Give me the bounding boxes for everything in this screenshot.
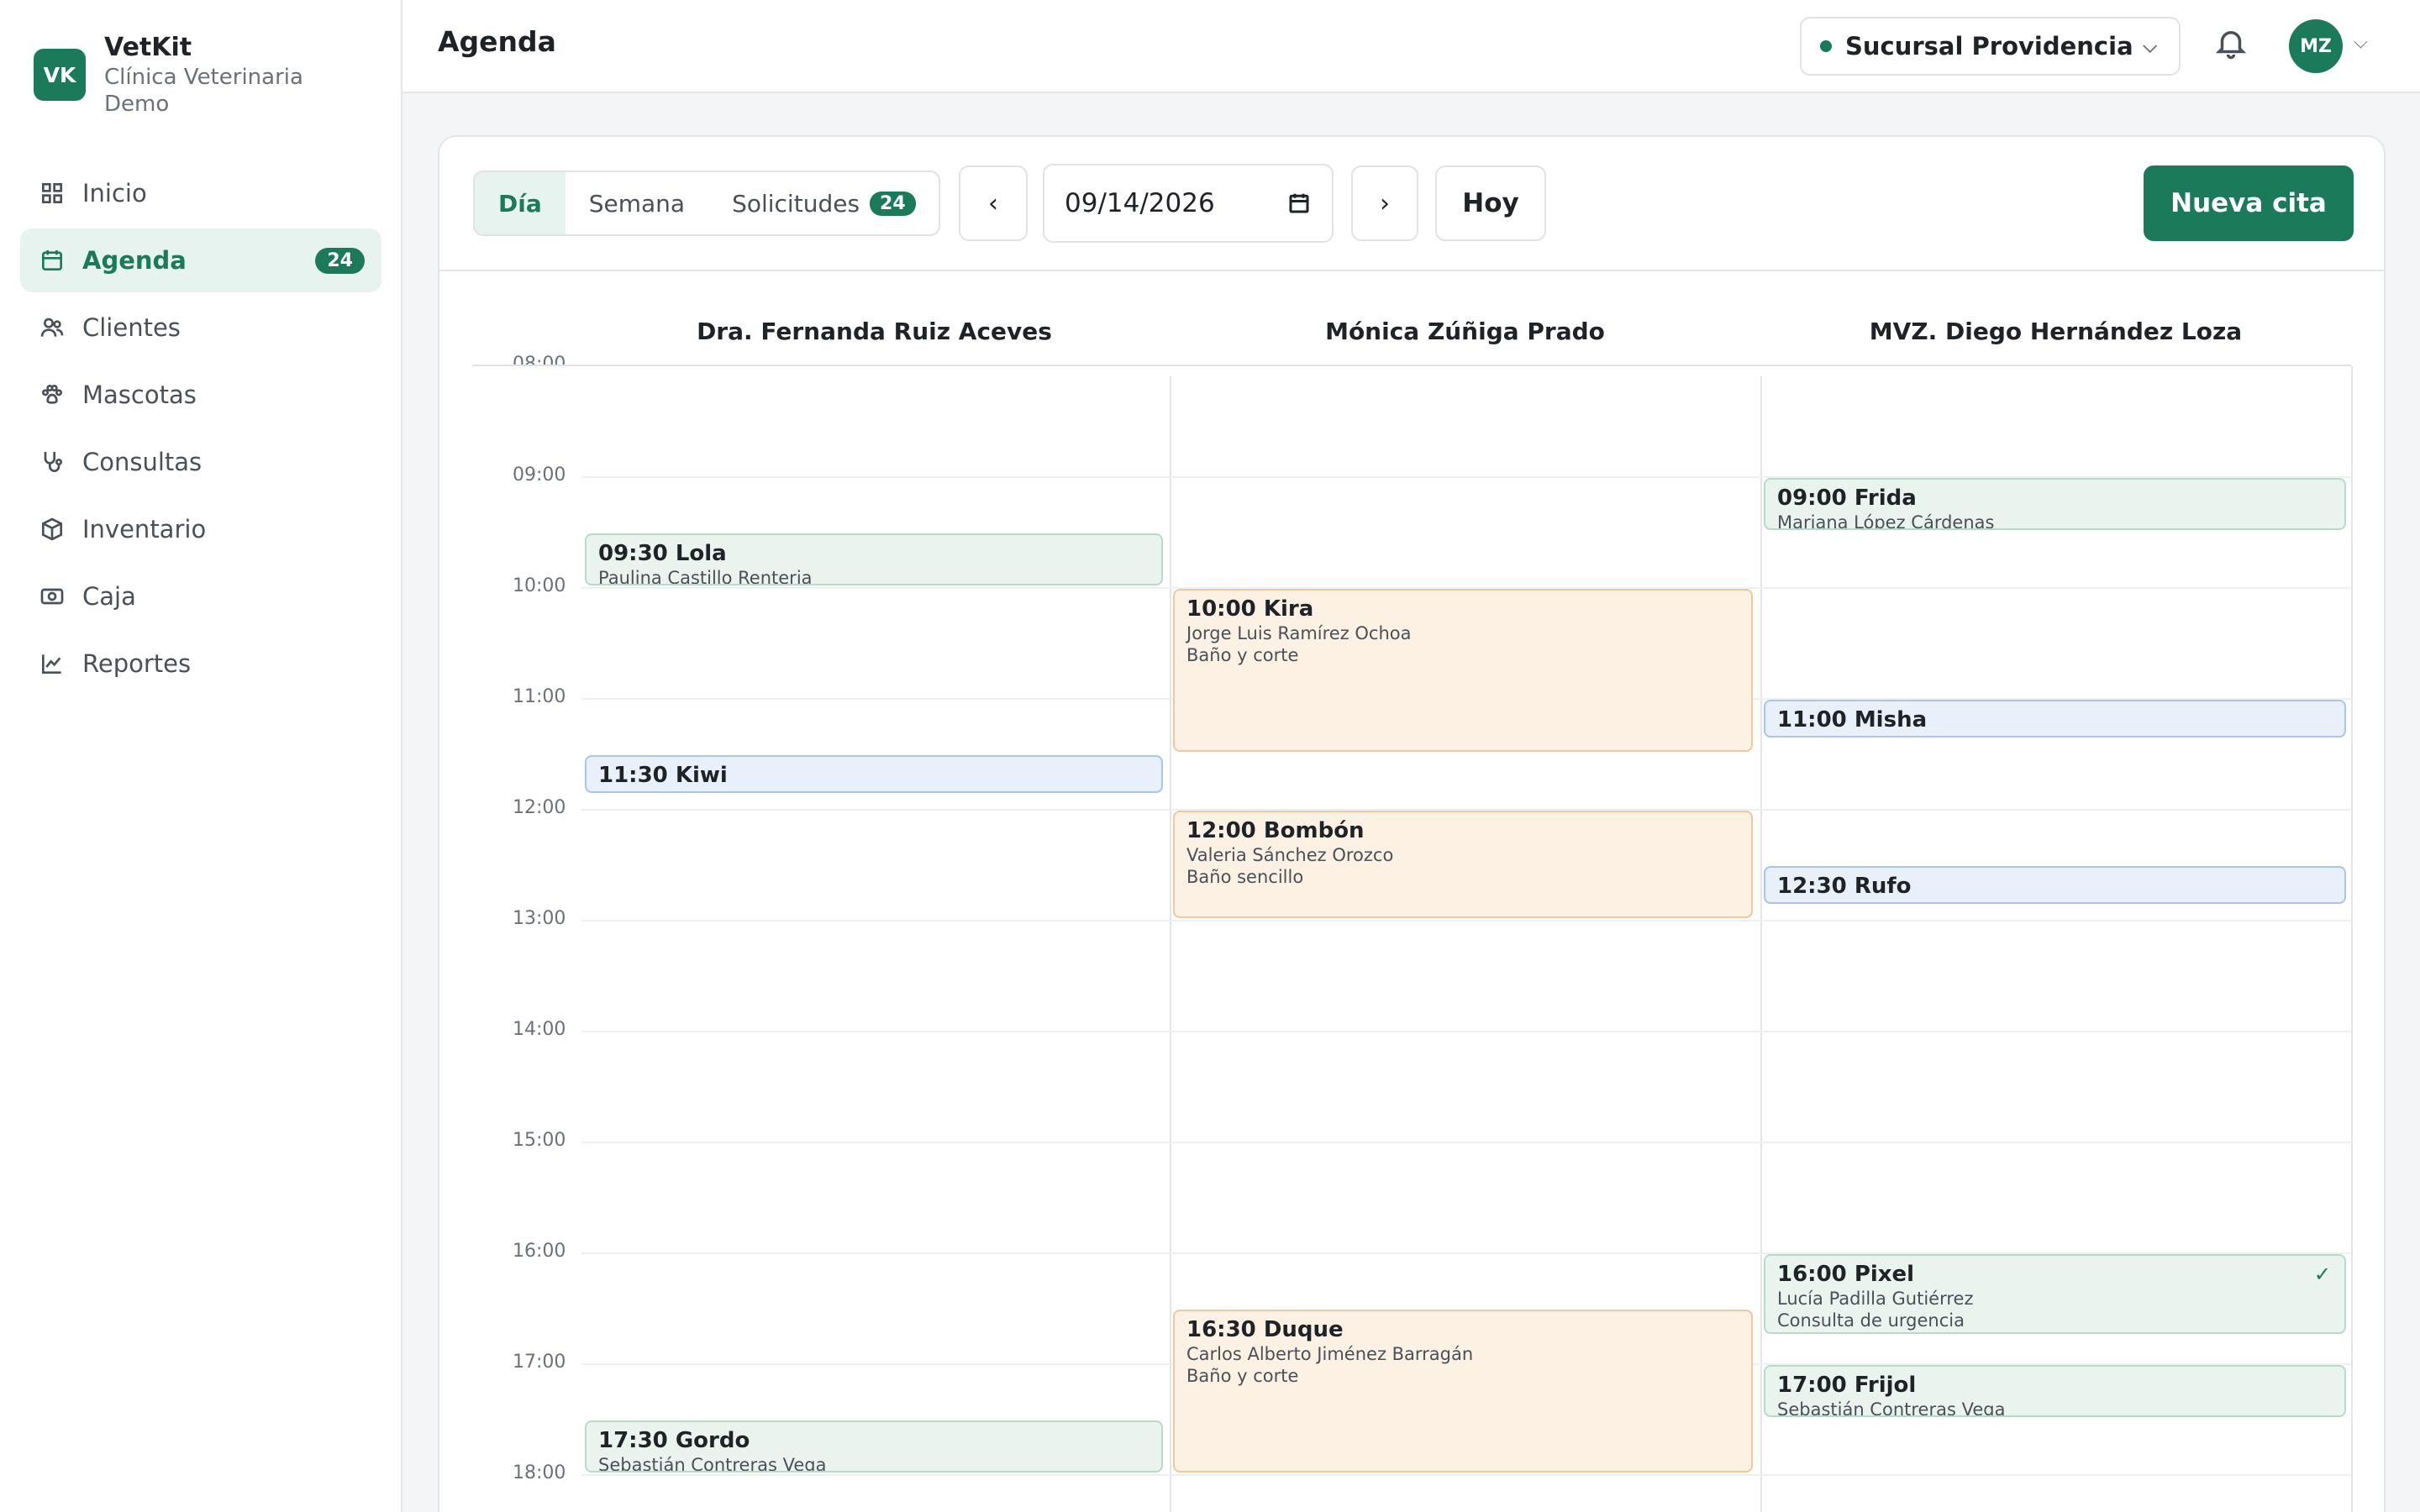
view-switcher: Día Semana Solicitudes 24: [473, 171, 940, 236]
appointment-title: 12:00 Bombón: [1186, 817, 1365, 843]
calendar-icon: [37, 245, 67, 276]
date-input[interactable]: 09/14/2026: [1043, 164, 1334, 243]
appointment-card[interactable]: 09:30 LolaPaulina Castillo RenteriaConsu…: [585, 533, 1163, 585]
chevron-down-icon: ⌵: [2143, 35, 2157, 57]
tab-dia[interactable]: Día: [475, 172, 566, 234]
next-day-button[interactable]: ›: [1351, 165, 1418, 241]
appointment-title: 16:00 Pixel: [1777, 1261, 1915, 1287]
bell-icon: [2215, 31, 2247, 60]
appointment-card[interactable]: 11:30 Kiwi: [585, 754, 1163, 794]
appointment-service: Baño y corte: [1186, 644, 1299, 665]
sidebar-item-label: Agenda: [82, 246, 187, 275]
branch-name: Sucursal Providencia: [1845, 32, 2133, 60]
appointment-title: 09:30 Lola: [598, 540, 727, 566]
sidebar-item-label: Clientes: [82, 313, 181, 342]
sidebar-item-reportes[interactable]: Reportes: [20, 632, 381, 696]
calendar-icon[interactable]: [1286, 191, 1312, 216]
stethoscope-icon: [37, 447, 67, 477]
appointment-service: Baño y corte: [1186, 1365, 1299, 1386]
page-title: Agenda: [438, 25, 556, 58]
appointment-client: Lucía Padilla Gutiérrez: [1777, 1288, 1974, 1309]
brand-subtitle: Clínica Veterinaria Demo: [104, 65, 303, 117]
box-icon: [37, 514, 67, 544]
requests-count-badge: 24: [870, 191, 916, 216]
grid-icon: [37, 178, 67, 208]
sidebar-item-clientes[interactable]: Clientes: [20, 296, 381, 360]
sidebar: VK VetKit Clínica Veterinaria Demo Inici…: [0, 0, 402, 1512]
appointment-card[interactable]: 10:00 Kira Jorge Luis Ramírez Ochoa Baño y…: [1173, 588, 1753, 752]
branch-selector[interactable]: Sucursal Providencia ⌵: [1800, 17, 2181, 76]
appointment-client: Mariana López Cárdenas: [1777, 512, 1995, 530]
sidebar-item-mascotas[interactable]: Mascotas: [20, 363, 381, 427]
appointment-service: Consulta de urgencia: [1777, 1310, 1965, 1331]
appointment-card[interactable]: 16:00 Pixel Lucía Padilla Gutiérrez Consul…: [1764, 1253, 2346, 1334]
avatar[interactable]: MZ: [2289, 19, 2343, 73]
appointment-title: 11:00 Misha: [1777, 706, 1928, 732]
appointment-client: Carlos Alberto Jiménez Barragán: [1186, 1343, 1474, 1364]
appointment-title: 12:30 Rufo: [1777, 873, 1912, 899]
paw-icon: [37, 380, 67, 410]
today-button[interactable]: Hoy: [1435, 165, 1546, 241]
appointment-card[interactable]: 17:00 FrijolSebastián Contreras VegaCons…: [1764, 1364, 2346, 1417]
appointment-service: Baño sencillo: [1186, 866, 1304, 887]
new-appointment-button[interactable]: Nueva cita: [2144, 165, 2354, 241]
sidebar-item-consultas[interactable]: Consultas: [20, 430, 381, 494]
cash-icon: [37, 581, 67, 612]
notifications-button[interactable]: [2213, 25, 2255, 67]
brand[interactable]: VK VetKit Clínica Veterinaria Demo: [34, 32, 323, 118]
top-bar: Agenda Sucursal Providencia ⌵ MZ ⌵: [402, 0, 2420, 93]
appointment-title: 11:30 Kiwi: [598, 762, 728, 788]
sidebar-item-label: Reportes: [82, 649, 192, 678]
appointment-title: 17:00 Frijol: [1777, 1372, 1917, 1398]
appointment-client: Paulina Castillo Renteria: [598, 567, 813, 585]
sidebar-nav: Inicio Agenda 24 Clientes Mascotas Consu…: [20, 161, 381, 699]
appointment-card[interactable]: 16:30 Duque Carlos Alberto Jiménez Barrag…: [1173, 1309, 1753, 1473]
agenda-toolbar: Día Semana Solicitudes 24 ‹ 09/14/2026 ›…: [439, 137, 2384, 271]
sidebar-item-inicio[interactable]: Inicio: [20, 161, 381, 225]
sidebar-item-agenda[interactable]: Agenda 24: [20, 228, 381, 292]
sidebar-item-label: Inicio: [82, 179, 147, 207]
agenda-count-badge: 24: [315, 247, 365, 274]
sidebar-item-caja[interactable]: Caja: [20, 564, 381, 628]
chart-icon: [37, 648, 67, 679]
brand-name: VetKit: [104, 33, 192, 62]
appointment-title: 17:30 Gordo: [598, 1427, 750, 1453]
sidebar-item-label: Inventario: [82, 515, 207, 543]
brand-logo: VK: [34, 49, 86, 101]
appointment-card[interactable]: 11:00 Misha: [1764, 699, 2346, 738]
tab-semana[interactable]: Semana: [566, 172, 708, 234]
status-dot-icon: [1820, 40, 1832, 52]
appointment-title: 09:00 Frida: [1777, 485, 1917, 511]
users-icon: [37, 312, 67, 343]
chevron-down-icon[interactable]: ⌵: [2354, 32, 2368, 53]
appointment-card[interactable]: 17:30 GordoSebastián Contreras VegaConsu…: [585, 1420, 1163, 1473]
appointment-client: Sebastián Contreras Vega: [1777, 1399, 2006, 1417]
date-value: 09/14/2026: [1065, 188, 1215, 218]
sidebar-item-label: Mascotas: [82, 381, 197, 409]
appointment-client: Sebastián Contreras Vega: [598, 1454, 827, 1473]
appointment-card[interactable]: 12:00 Bombón Valeria Sánchez Orozco Baño s…: [1173, 810, 1753, 918]
appointment-title: 16:30 Duque: [1186, 1316, 1344, 1342]
appointment-client: Valeria Sánchez Orozco: [1186, 844, 1394, 865]
appointment-card[interactable]: 09:00 FridaMariana López CárdenasConsult…: [1764, 477, 2346, 530]
appointment-card[interactable]: 12:30 Rufo: [1764, 865, 2346, 905]
prev-day-button[interactable]: ‹: [959, 165, 1028, 241]
appointment-client: Jorge Luis Ramírez Ochoa: [1186, 622, 1412, 643]
tab-label: Solicitudes: [732, 189, 860, 218]
sidebar-item-inventario[interactable]: Inventario: [20, 497, 381, 561]
tab-solicitudes[interactable]: Solicitudes 24: [708, 172, 939, 234]
sidebar-item-label: Caja: [82, 582, 136, 611]
check-icon: ✓: [2313, 1262, 2331, 1286]
appointment-title: 10:00 Kira: [1186, 596, 1314, 622]
sidebar-item-label: Consultas: [82, 448, 203, 476]
